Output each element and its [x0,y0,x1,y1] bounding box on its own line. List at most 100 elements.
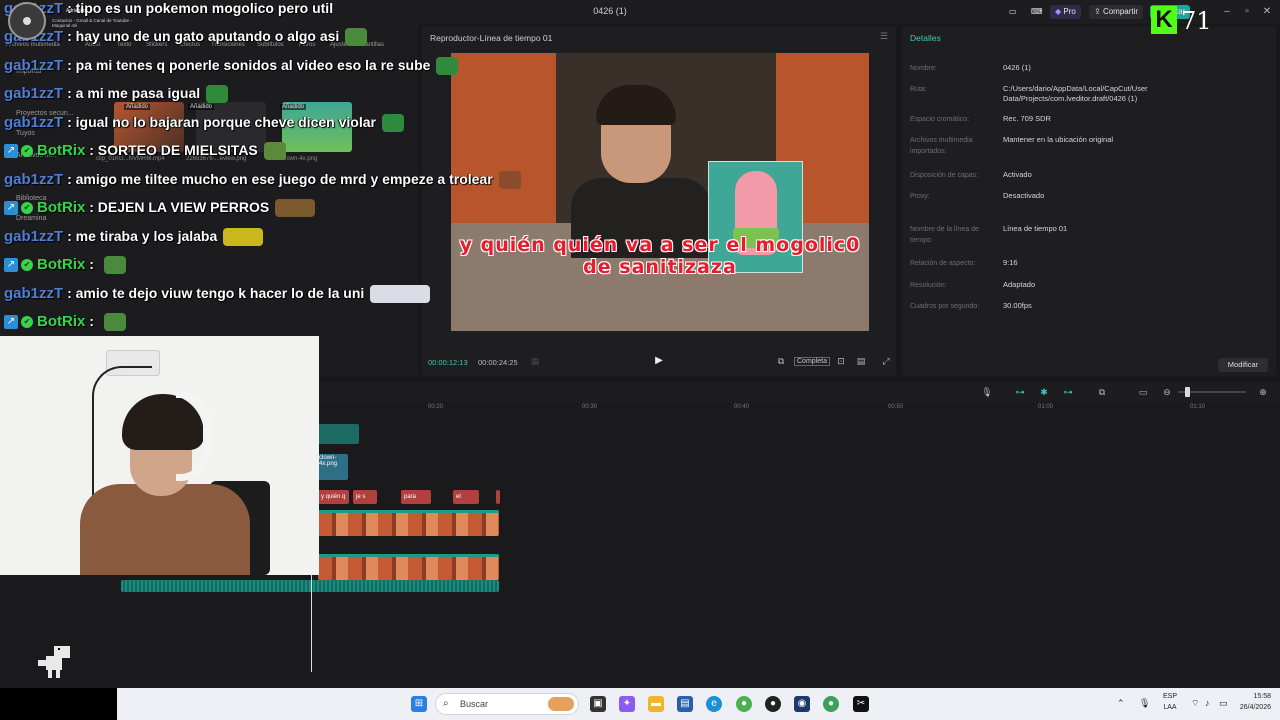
maximize-icon[interactable]: ▫ [1240,5,1254,19]
pro-button[interactable]: ◆ Pro [1050,5,1081,19]
snap-icon[interactable]: ⊶ [1062,386,1074,398]
menu-icon[interactable]: ☰ [880,31,888,42]
zoom-in-icon[interactable]: ⊕ [1257,386,1269,398]
text-clip[interactable] [496,490,500,504]
clock-time[interactable]: 15:58 [1227,693,1271,700]
detail-value: 9:16 [1003,258,1018,267]
copilot-icon[interactable]: ✦ [619,696,635,712]
kick-viewer-widget: K 71 [1151,6,1212,36]
chat-username: gab1zzT [4,57,64,74]
close-icon[interactable]: ✕ [1260,5,1274,19]
keyboard-icon[interactable]: ⌨ [1026,5,1048,19]
chat-text: me tiraba y los jalaba [75,228,218,244]
tick-label: 01:10 [1190,404,1206,410]
chrome-icon[interactable]: ● [736,696,752,712]
detail-value: C:/Users/dario/AppData/Local/CapCut/User… [1003,84,1148,103]
edge-icon[interactable]: e [706,696,722,712]
store-icon[interactable]: ▤ [677,696,693,712]
magnet-icon[interactable]: ✱ [1038,386,1050,398]
modify-button[interactable]: Modificar [1218,358,1268,372]
pepe-emote [206,84,229,103]
link-icon[interactable]: ⊶ [1014,386,1026,398]
chat-text: amigo me tiltee mucho en ese juego de mr… [75,171,493,187]
detail-label: Disposición de capas: [910,172,979,179]
steam-icon[interactable]: ◉ [794,696,810,712]
chat-username: BotRix [37,199,86,216]
video-clip-main[interactable] [318,554,499,580]
detail-value: Adaptado [1003,280,1036,289]
chrome-profile-icon[interactable]: ● [823,696,839,712]
language-top[interactable]: ESP [1160,693,1180,700]
detail-value: Desactivado [1003,191,1045,200]
share-button[interactable]: ⇪ Compartir [1089,5,1144,19]
audio-waveform[interactable] [121,580,499,592]
microphone-icon[interactable]: 🎙 [981,386,993,398]
bot-badge-icon: ↗ [4,257,18,272]
verified-icon: ✔ [21,315,33,328]
text-clip[interactable]: je s [353,490,377,504]
detail-value: Línea de tiempo 01 [1003,224,1068,233]
chat-username: gab1zzT [4,171,64,188]
screenshot-icon[interactable]: ⊡ [836,356,846,366]
tick-label: 01:00 [1038,404,1054,410]
pepe-emote [103,312,126,331]
language-bottom[interactable]: LAA [1160,704,1180,711]
obs-icon[interactable]: ● [765,696,781,712]
audio-clip[interactable] [318,424,359,444]
emote [263,141,286,160]
chat-text: pa mi tenes q ponerle sonidos al video e… [75,57,431,73]
verified-icon: ✔ [21,144,33,157]
layout-icon[interactable]: ▭ [1004,5,1022,19]
detail-label: Nombre: [910,65,937,72]
screen: 0426 (1) ▭ ⌨ ◆ Pro ⇪ Compartir Exportar … [0,0,1280,720]
text-clip[interactable]: y quién q [318,490,349,504]
file-explorer-icon[interactable]: ▬ [648,696,664,712]
sticker-clip[interactable]: clown-4x.png [318,454,348,480]
taskbar-search[interactable]: ⌕ Buscar [435,693,579,715]
windows-start-icon[interactable]: ⊞ [411,696,427,712]
detail-label: Archivos multimedia importados: [910,137,973,155]
task-view-icon[interactable]: ▣ [590,696,606,712]
logo-name: Adrianito [66,8,86,14]
pepe-emote [436,56,459,75]
chat-text: a mi me pasa igual [75,85,201,101]
video-caption[interactable]: y quién quién va a ser el mogolic0 de sa… [451,234,869,278]
tick-label: 00:30 [582,404,598,410]
text-clip[interactable]: el [453,490,479,504]
zoom-out-icon[interactable]: ⊖ [1161,386,1173,398]
logo-caption: Contactos - Gmail & Canal de Youtube - M… [52,18,132,28]
capcut-icon[interactable]: ✂ [853,696,869,712]
minimize-icon[interactable]: – [1220,5,1234,19]
chat-username: gab1zzT [4,228,64,245]
play-button[interactable]: ▶ [653,355,665,367]
grid-icon[interactable]: ▦ [530,356,540,366]
video-clip[interactable] [318,510,499,536]
pro-label: Pro [1063,7,1076,16]
streamer-logo [8,2,46,40]
crop-icon[interactable]: ⧉ [776,356,786,366]
chat-message: gab1zzT : amio te dejo viuw tengo k hace… [4,283,431,307]
detail-value: 0426 (1) [1003,63,1031,72]
sticker-clip-label: clown-4x.png [319,455,338,467]
chat-message: gab1zzT : hay uno de un gato aputando o … [4,26,368,50]
split-icon[interactable]: ⧉ [1096,386,1108,398]
volume-icon[interactable]: ♪ [1205,698,1210,708]
detail-label: Relación de aspecto: [910,260,976,267]
clock-date[interactable]: 26/4/2026 [1215,704,1271,711]
quality-icon[interactable]: ▤ [856,356,866,366]
fullscreen-icon[interactable]: ⤢ [881,356,891,366]
ratio-button[interactable]: Completa [794,357,830,366]
tick-label: 00:50 [888,404,904,410]
zoom-slider-handle[interactable] [1185,387,1190,397]
tray-mic-icon[interactable]: 🎙 [1139,698,1150,709]
tray-chevron-icon[interactable]: ⌃ [1117,698,1125,709]
chat-text: amio te dejo viuw tengo k hacer lo de la… [75,285,365,301]
text-clip[interactable]: para [401,490,431,504]
chat-message: gab1zzT : me tiraba y los jalaba [4,226,264,250]
wifi-icon[interactable]: ⌔ [1191,698,1199,709]
emote [275,198,316,217]
caption-icon[interactable]: ▭ [1137,386,1149,398]
details-panel: Detalles Nombre: 0426 (1) Ruta: C:/Users… [902,26,1276,376]
chat-message: ↗ ✔ BotRix : [4,254,126,278]
logo-center [23,17,31,25]
